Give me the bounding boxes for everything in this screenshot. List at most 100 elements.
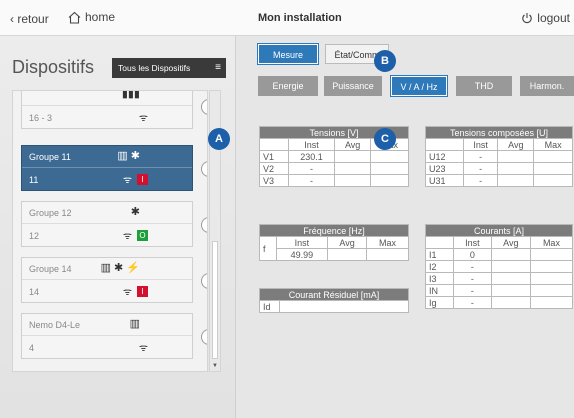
device-name: Groupe 12 (22, 202, 192, 224)
wifi-icon: ᯤ (138, 343, 148, 354)
row-label: IN (424, 284, 455, 297)
row-label: V2 (259, 162, 289, 175)
value-inst: - (453, 272, 492, 285)
page-title: Mon installation (258, 12, 342, 24)
value-inst: - (462, 150, 499, 163)
tab-harmon[interactable]: Harmon. (520, 76, 574, 96)
back-label: retour (17, 12, 49, 26)
col-max: Max (533, 138, 573, 151)
home-icon (68, 11, 81, 24)
tab-energie[interactable]: Energie (258, 76, 318, 96)
courants-table: Courants [A] Inst Avg Max I1 0 I2 - I3 -… (424, 224, 574, 309)
row-label: I1 (424, 248, 455, 261)
scrollbar-thumb[interactable] (212, 241, 218, 359)
row-label: U31 (425, 174, 464, 187)
value-inst: - (453, 296, 492, 309)
device-type-icons: ▥ ✱ (117, 150, 140, 162)
frequence-table: Fréquence [Hz] f Inst Avg Max 49.99 (259, 224, 409, 261)
device-filter-select[interactable]: Tous les Dispositifs ≡ (112, 58, 226, 78)
device-card[interactable]: Nemo D4-Le 4 ▥ ᯤ (21, 313, 193, 359)
col-inst: Inst (462, 138, 499, 151)
value-inst: - (462, 162, 499, 175)
logout-label: logout (537, 11, 570, 25)
menu-icon: ≡ (215, 62, 221, 73)
device-type-icons: ✱ (130, 206, 140, 218)
tab-v-a-hz[interactable]: V / A / Hz (390, 75, 448, 97)
row-label: V1 (259, 150, 289, 163)
tab-puissance[interactable]: Puissance (324, 76, 382, 96)
chevron-left-icon: ‹ (10, 12, 14, 26)
device-card[interactable]: Groupe 12 12 ✱ ᯤ O (21, 201, 193, 247)
row-label: Id (259, 300, 280, 313)
wifi-icon: ᯤ (122, 175, 132, 186)
chevron-right-icon[interactable]: › (201, 217, 207, 233)
col-avg: Avg (497, 138, 535, 151)
row-label: I3 (424, 272, 455, 285)
row-label: f (259, 236, 277, 261)
value-inst: - (453, 284, 492, 297)
tab-mesure[interactable]: Mesure (257, 43, 319, 65)
back-button[interactable]: ‹ retour (10, 12, 49, 26)
col-inst: Inst (275, 236, 329, 249)
device-type-icons: ▥ (129, 318, 140, 330)
chevron-right-icon[interactable]: › (201, 99, 207, 115)
device-id: 16 - 3 (29, 113, 53, 123)
row-label: V3 (259, 174, 289, 187)
breaker-icon: ▮▮▮ (121, 90, 140, 100)
col-inst: Inst (453, 236, 492, 249)
value-inst: - (287, 162, 336, 175)
value-inst: 49.99 (275, 248, 329, 261)
device-id: 4 (29, 343, 35, 353)
tab-thd[interactable]: THD (456, 76, 512, 96)
power-icon (522, 13, 532, 24)
device-id: 11 (29, 175, 39, 185)
device-card[interactable]: 16 - 3 ▮▮▮ ᯤ (21, 90, 193, 129)
device-card[interactable]: Groupe 14 14 ▥ ✱ ⚡ ᯤ I (21, 257, 193, 303)
chevron-right-icon[interactable]: › (201, 161, 207, 177)
frequence-title: Fréquence [Hz] (259, 224, 409, 237)
col-avg: Avg (490, 236, 531, 249)
status-badge: O (137, 229, 148, 241)
scroll-down-icon[interactable]: ▼ (212, 363, 218, 369)
value-inst: 0 (453, 248, 492, 261)
wifi-icon: ᯤ (122, 231, 132, 242)
wifi-icon: ᯤ (122, 287, 132, 298)
device-name: Nemo D4-Le (22, 314, 192, 336)
courants-title: Courants [A] (425, 224, 573, 237)
col-avg: Avg (334, 138, 371, 151)
chevron-right-icon[interactable]: › (201, 273, 207, 289)
col-avg: Avg (327, 236, 368, 249)
chevron-right-icon[interactable]: › (201, 329, 207, 345)
status-badge: I (137, 173, 148, 185)
row-label: Ig (424, 296, 455, 309)
devices-title: Dispositifs (12, 57, 95, 77)
row-label: I2 (424, 260, 455, 273)
row-label: U12 (425, 150, 464, 163)
col-max: Max (529, 236, 574, 249)
home-button[interactable]: home (68, 10, 115, 24)
residuel-title: Courant Résiduel [mA] (259, 288, 409, 301)
value-inst: - (453, 260, 492, 273)
logout-button[interactable]: logout (521, 11, 570, 25)
col-inst: Inst (287, 138, 336, 151)
wifi-icon: ᯤ (138, 113, 148, 124)
callout-a: A (208, 128, 230, 150)
home-label: home (85, 10, 116, 24)
device-filter-label: Tous les Dispositifs (118, 63, 191, 73)
row-label: U23 (425, 162, 464, 175)
tensions-composees-table: Tensions composées [U] Inst Avg Max U12 … (425, 126, 573, 187)
device-card-selected[interactable]: Groupe 11 11 ▥ ✱ ᯤ I (21, 145, 193, 191)
callout-c: C (374, 128, 396, 150)
device-type-icons: ▥ ✱ ⚡ (100, 262, 140, 274)
value-inst: - (287, 174, 336, 187)
status-badge: I (137, 285, 148, 297)
device-list[interactable]: 16 - 3 ▮▮▮ ᯤ Groupe 11 11 ▥ ✱ ᯤ I Groupe… (12, 90, 208, 372)
device-id: 14 (29, 287, 40, 297)
top-bar: ‹ retour home Mon installation logout (0, 0, 574, 36)
value-inst: 230.1 (287, 150, 336, 163)
device-name (22, 91, 192, 106)
value-inst: - (462, 174, 499, 187)
courant-residuel-table: Courant Résiduel [mA] Id (259, 288, 409, 313)
device-id: 12 (29, 231, 40, 241)
device-name: Groupe 11 (22, 146, 192, 168)
